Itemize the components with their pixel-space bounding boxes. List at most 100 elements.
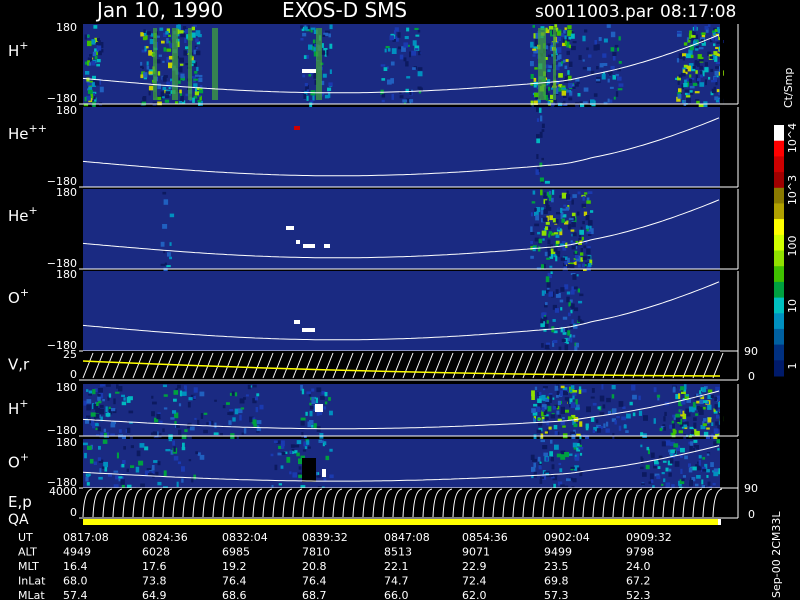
spectrogram-cell (678, 74, 683, 78)
spectrogram-cell (151, 411, 155, 417)
axis-tick-top: 4000 (49, 485, 77, 498)
spectrogram-cell (324, 441, 327, 445)
spectrogram-cell (696, 400, 700, 404)
spectrogram-cell (304, 83, 308, 87)
spectrogram-cell (536, 118, 540, 122)
spectrogram-cell (597, 406, 601, 410)
spectrogram-cell (595, 78, 601, 82)
spectrogram-cell (255, 407, 259, 413)
ephemeris-cell: 0832:04 (222, 531, 268, 544)
spectrogram-cell (414, 48, 419, 51)
spectrogram-cell (678, 430, 683, 434)
spectrogram-cell (86, 399, 92, 404)
spectrogram-cell (699, 74, 703, 78)
spectrogram-cell (640, 444, 643, 448)
spectrogram-cell (146, 468, 152, 471)
spectrogram-cell (540, 207, 544, 211)
spectrogram-cell (531, 201, 536, 204)
right-tick-top: 90 (744, 482, 758, 495)
spectrogram-cell (536, 429, 542, 434)
spectrogram-cell (569, 453, 573, 456)
spectrogram-cell (557, 226, 560, 230)
spectrogram-cell (559, 299, 564, 303)
spectrogram-cell (587, 263, 592, 267)
spectrogram-cell (689, 426, 694, 429)
spectrogram-cell (676, 58, 680, 63)
spectrogram-cell (328, 33, 331, 38)
spectrogram-cell (417, 30, 421, 33)
spectrogram-cell (93, 96, 96, 100)
spectrogram-cell (106, 384, 111, 387)
ephemeris-cell: 19.2 (222, 560, 247, 573)
spectrogram-cell (574, 250, 578, 254)
spectrogram-cell (197, 452, 201, 456)
ephemeris-cell: 67.2 (626, 575, 651, 588)
spectrogram-cell (308, 394, 312, 397)
spectrogram-cell (640, 456, 643, 460)
spectrogram-cell (326, 49, 329, 56)
ephemeris-cell: 76.4 (222, 575, 247, 588)
spectrogram-cell (692, 82, 698, 86)
spectrogram-cell (181, 466, 185, 472)
spectrogram-cell (602, 404, 606, 409)
spectrogram-cell (658, 455, 663, 459)
ephemeris-row-label: UT (18, 531, 33, 544)
spectrogram-cell (548, 231, 552, 235)
spectrogram-cell (548, 26, 554, 30)
spectrogram-cell (683, 42, 688, 46)
ephemeris-cell: 68.6 (222, 589, 247, 600)
spectrogram-cell (87, 445, 92, 450)
spectrogram-cell (384, 48, 387, 53)
spectrogram-cell (617, 47, 620, 52)
spectrogram-cell (178, 403, 182, 407)
ephemeris-cell: 8513 (384, 546, 412, 559)
spectrogram-cell (704, 79, 707, 86)
spectrogram-cell (108, 393, 112, 398)
spectrogram-cell (688, 79, 693, 83)
spectrogram-cell (164, 262, 167, 266)
spectrogram-cell (573, 286, 578, 290)
spectrogram-cell (550, 414, 556, 419)
spectrogram-cell (234, 408, 239, 415)
spectrogram-cell (552, 397, 555, 400)
spectrogram-cell (568, 217, 574, 221)
spectrogram-cell (537, 417, 541, 421)
ephemeris-row-label: MLat (18, 589, 45, 600)
spectrogram-cell (194, 74, 199, 77)
spectrogram-cell (163, 199, 169, 205)
spectrogram-cell (693, 439, 698, 443)
spectrogram-cell (693, 422, 697, 428)
spectrogram-cell (164, 99, 170, 103)
spectrogram-cell (536, 107, 539, 112)
spectrogram-cell (702, 468, 707, 472)
spectrogram-cell (618, 425, 622, 431)
ephemeris-cell: 62.0 (462, 589, 487, 600)
spectrogram-cell (606, 421, 609, 427)
spectrogram-cell (708, 76, 711, 80)
spectrogram-cell (123, 446, 126, 450)
spectrogram-cell (173, 456, 179, 461)
spectrogram-cell (301, 432, 304, 438)
spectrogram-cell (566, 220, 569, 223)
spectrogram-cell (565, 206, 569, 211)
spectrogram-cell (560, 390, 563, 397)
spectrogram-cell (701, 479, 704, 485)
spectrogram-cell (389, 35, 394, 41)
colorbar-segment (774, 140, 784, 157)
spectrogram-cell (656, 475, 661, 480)
spectrogram-cell (582, 59, 585, 62)
spectrogram-cell (700, 71, 703, 75)
spectrogram-cell (121, 401, 127, 406)
spectrogram-cell (312, 95, 315, 101)
spectrogram-cell (409, 51, 411, 58)
spectrogram-cell (168, 439, 172, 442)
ephemeris-cell: 0817:08 (63, 531, 109, 544)
spectrogram-cell (93, 92, 96, 96)
spectrogram-cell (572, 478, 577, 483)
axis-tick-top: 180 (56, 186, 77, 199)
spectrogram-cell (412, 67, 416, 70)
spectrogram-cell (546, 257, 550, 260)
data-gap-mark (302, 69, 316, 73)
spectrogram-cell (99, 468, 102, 473)
spectrogram-cell (172, 410, 177, 414)
